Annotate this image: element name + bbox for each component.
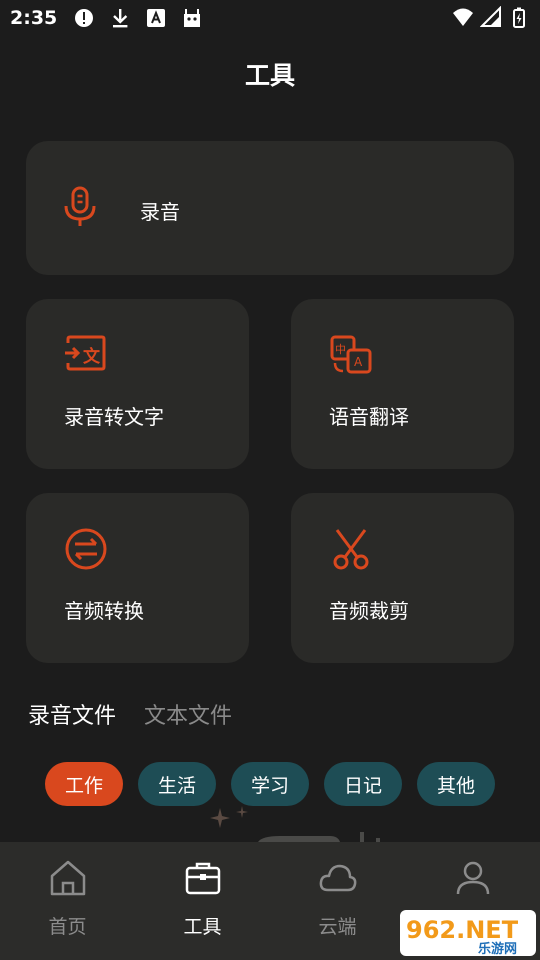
status-bar: 2:35	[0, 0, 540, 36]
page-title: 工具	[244, 61, 295, 90]
cloud-icon	[319, 864, 357, 892]
audio-convert-card[interactable]: 音频转换	[26, 493, 249, 663]
audio-convert-label: 音频转换	[64, 599, 144, 623]
status-icons-left	[73, 7, 203, 29]
translate-icon: 中 A	[330, 335, 372, 374]
svg-text:文: 文	[83, 346, 101, 367]
status-icons-right	[452, 6, 530, 28]
file-tabs: 录音文件 文本文件	[28, 698, 232, 730]
nav-home[interactable]: 首页	[0, 842, 135, 960]
tab-texts[interactable]: 文本文件	[144, 698, 232, 730]
status-time: 2:35	[10, 7, 58, 29]
chip-other[interactable]: 其他	[417, 762, 495, 806]
tab-recordings[interactable]: 录音文件	[28, 698, 116, 730]
speech-to-text-card[interactable]: 文 录音转文字	[26, 299, 249, 469]
record-card[interactable]: 录音	[26, 141, 514, 275]
text-convert-icon: 文	[65, 335, 106, 371]
speech-to-text-label: 录音转文字	[64, 405, 164, 429]
nav-home-label: 首页	[48, 916, 87, 938]
font-icon	[147, 9, 166, 27]
audio-cut-card[interactable]: 音频裁剪	[291, 493, 514, 663]
user-icon	[456, 861, 490, 895]
signal-icon	[480, 6, 501, 27]
nav-tools-label: 工具	[183, 916, 222, 938]
audio-cut-label: 音频裁剪	[329, 599, 409, 623]
alert-icon	[75, 9, 94, 27]
voice-translate-card[interactable]: 中 A 语音翻译	[291, 299, 514, 469]
scissors-icon	[333, 529, 369, 570]
record-label: 录音	[140, 200, 180, 224]
android-icon	[184, 9, 201, 27]
watermark-text: 962.NET	[406, 916, 519, 944]
swap-icon	[65, 528, 107, 570]
svg-text:中: 中	[335, 343, 346, 356]
nav-cloud[interactable]: 云端	[270, 842, 405, 960]
nav-cloud-label: 云端	[318, 916, 357, 938]
nav-tools[interactable]: 工具	[135, 842, 270, 960]
toolbox-icon	[185, 862, 221, 895]
microphone-icon	[64, 186, 96, 226]
home-icon	[50, 860, 86, 896]
voice-translate-label: 语音翻译	[329, 405, 409, 429]
download-icon	[113, 9, 128, 28]
chip-work[interactable]: 工作	[45, 762, 123, 806]
watermark-logo: 962.NET 乐游网	[400, 910, 536, 956]
battery-icon	[513, 7, 525, 28]
svg-text:A: A	[354, 355, 363, 369]
wifi-icon	[453, 8, 473, 26]
watermark-subtext: 乐游网	[478, 941, 517, 956]
